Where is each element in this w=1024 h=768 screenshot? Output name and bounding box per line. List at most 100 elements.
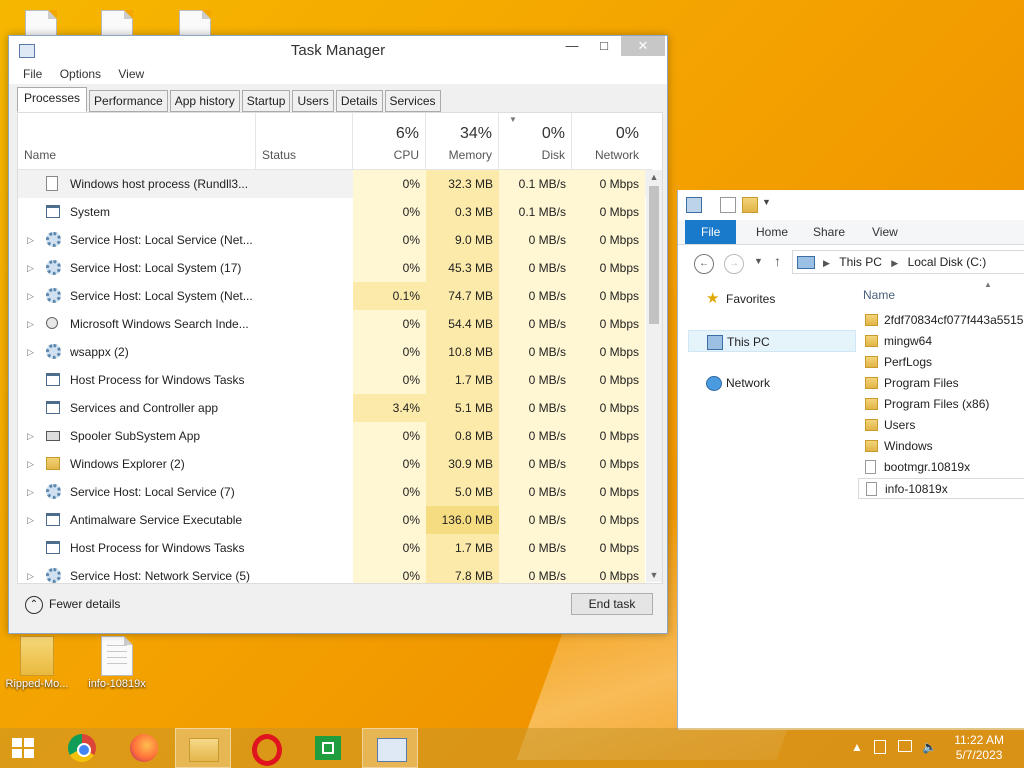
- ribbon-tab-share[interactable]: Share: [813, 220, 845, 244]
- column-network[interactable]: 0% Network: [572, 113, 645, 169]
- breadcrumb-this-pc[interactable]: This PC: [839, 255, 882, 269]
- opera-icon[interactable]: [238, 728, 294, 768]
- column-cpu[interactable]: 6% CPU: [353, 113, 426, 169]
- ribbon-tab-home[interactable]: Home: [756, 220, 788, 244]
- process-row[interactable]: ▷ Service Host: Local Service (7) 0% 5.0 MB…: [18, 478, 652, 506]
- file-item[interactable]: bootmgr.10819x: [858, 457, 1024, 478]
- tab-performance[interactable]: Performance: [89, 90, 168, 112]
- folder-item[interactable]: PerfLogs: [858, 352, 1024, 373]
- process-row[interactable]: ▷ Spooler SubSystem App 0% 0.8 MB 0 MB/s 0 Mb…: [18, 422, 652, 450]
- process-row[interactable]: ▷ Service Host: Local Service (Net... 0% 9.…: [18, 226, 652, 254]
- firefox-icon[interactable]: [116, 728, 172, 768]
- scrollbar-thumb[interactable]: [649, 186, 659, 324]
- process-row[interactable]: ▷ Microsoft Windows Search Inde... 0% 54.4 …: [18, 310, 652, 338]
- process-row[interactable]: ▷ Service Host: Local System (17) 0% 45.3 M…: [18, 254, 652, 282]
- recent-locations-icon[interactable]: ▼: [754, 256, 763, 266]
- column-name[interactable]: Name: [18, 113, 256, 169]
- process-row[interactable]: Services and Controller app 3.4% 5.1 MB 0 M…: [18, 394, 652, 422]
- tab-processes[interactable]: Processes: [17, 87, 88, 112]
- expand-arrow-icon[interactable]: ▷: [27, 310, 34, 338]
- expand-arrow-icon[interactable]: ▷: [27, 254, 34, 282]
- desktop-icon-info[interactable]: info-10819x: [82, 636, 152, 690]
- customize-toolbar-icon[interactable]: ▼: [762, 197, 776, 211]
- task-manager-icon[interactable]: [362, 728, 418, 768]
- new-folder-icon[interactable]: [742, 197, 758, 213]
- column-name-header[interactable]: Name: [863, 288, 895, 302]
- process-row[interactable]: Host Process for Windows Tasks 0% 1.7 MB 0 …: [18, 366, 652, 394]
- file-explorer-icon[interactable]: [175, 728, 231, 768]
- nav-network[interactable]: Network: [688, 372, 856, 394]
- expand-arrow-icon[interactable]: ▷: [27, 562, 34, 583]
- process-row[interactable]: ▷ Windows Explorer (2) 0% 30.9 MB 0 MB/s 0 Mb…: [18, 450, 652, 478]
- menu-file[interactable]: File: [23, 64, 42, 84]
- fewer-details-link[interactable]: ⌃ Fewer details: [25, 594, 120, 614]
- vertical-scrollbar[interactable]: ▲ ▼: [646, 170, 662, 582]
- show-hidden-icons[interactable]: ▲: [850, 740, 864, 754]
- folder-item[interactable]: Windows: [858, 436, 1024, 457]
- process-cpu: 0%: [353, 534, 426, 562]
- nav-this-pc[interactable]: This PC: [688, 330, 856, 352]
- scroll-up-icon[interactable]: ▲: [646, 172, 662, 182]
- expand-arrow-icon[interactable]: ▷: [27, 282, 34, 310]
- process-row[interactable]: ▷ Antimalware Service Executable 0% 136.0 M…: [18, 506, 652, 534]
- back-button[interactable]: ←: [694, 254, 714, 274]
- tab-app-history[interactable]: App history: [169, 90, 240, 112]
- end-task-button[interactable]: End task: [571, 593, 653, 615]
- process-cpu: 0%: [353, 450, 426, 478]
- tab-users[interactable]: Users: [292, 90, 334, 112]
- new-document-icon[interactable]: [720, 197, 736, 213]
- process-row[interactable]: ▷ Service Host: Local System (Net... 0.1% 7…: [18, 282, 652, 310]
- column-disk[interactable]: ▼ 0% Disk: [499, 113, 572, 169]
- up-button[interactable]: ↑: [774, 253, 781, 269]
- expand-arrow-icon[interactable]: ▷: [27, 506, 34, 534]
- scroll-down-icon[interactable]: ▼: [646, 570, 662, 580]
- ribbon-tab-view[interactable]: View: [872, 220, 898, 244]
- process-memory: 136.0 MB: [426, 506, 499, 534]
- store-icon[interactable]: [300, 728, 356, 768]
- folder-item[interactable]: 2fdf70834cf077f443a551503: [858, 310, 1024, 331]
- tab-services[interactable]: Services: [384, 90, 441, 112]
- address-bar[interactable]: ▶ This PC ▶ Local Disk (C:): [792, 250, 1024, 274]
- expand-arrow-icon[interactable]: ▷: [27, 226, 34, 254]
- process-row[interactable]: ▷ Service Host: Network Service (5) 0% 7.8 …: [18, 562, 652, 583]
- folder-item[interactable]: mingw64: [858, 331, 1024, 352]
- tab-startup[interactable]: Startup: [241, 90, 291, 112]
- menu-view[interactable]: View: [118, 64, 144, 84]
- desktop-icon-ripped[interactable]: Ripped-Mo...: [2, 636, 72, 690]
- folder-item[interactable]: Program Files (x86): [858, 394, 1024, 415]
- column-memory[interactable]: 34% Memory: [426, 113, 499, 169]
- expand-arrow-icon[interactable]: ▷: [27, 338, 34, 366]
- process-name: Windows Explorer (2): [70, 457, 185, 471]
- network-status-icon[interactable]: [898, 740, 912, 752]
- tab-details[interactable]: Details: [335, 90, 383, 112]
- process-memory: 5.0 MB: [426, 478, 499, 506]
- system-clock[interactable]: 11:22 AM 5/7/2023: [954, 733, 1004, 763]
- ribbon-tab-file[interactable]: File: [685, 220, 737, 244]
- action-center-icon[interactable]: [874, 740, 886, 754]
- process-row[interactable]: Windows host process (Rundll3... 0% 32.3 M…: [18, 170, 652, 198]
- folder-item[interactable]: Program Files: [858, 373, 1024, 394]
- properties-icon[interactable]: [686, 197, 702, 213]
- folder-item[interactable]: Users: [858, 415, 1024, 436]
- process-row[interactable]: ▷ wsappx (2) 0% 10.8 MB 0 MB/s 0 Mbps: [18, 338, 652, 366]
- volume-muted-icon[interactable]: 🔈: [922, 740, 937, 754]
- menu-options[interactable]: Options: [60, 64, 101, 84]
- start-button[interactable]: [0, 728, 56, 768]
- chrome-icon[interactable]: [54, 728, 110, 768]
- close-button[interactable]: ✕: [621, 36, 665, 56]
- title-bar[interactable]: Task Manager — □ ✕: [9, 36, 667, 64]
- process-cpu: 0%: [353, 198, 426, 226]
- column-status[interactable]: Status: [256, 113, 353, 169]
- process-memory: 5.1 MB: [426, 394, 499, 422]
- expand-arrow-icon[interactable]: ▷: [27, 478, 34, 506]
- process-row[interactable]: Host Process for Windows Tasks 0% 1.7 MB 0 …: [18, 534, 652, 562]
- forward-button[interactable]: →: [724, 254, 744, 274]
- expand-arrow-icon[interactable]: ▷: [27, 422, 34, 450]
- maximize-button[interactable]: □: [589, 36, 619, 56]
- file-item[interactable]: info-10819x: [858, 478, 1024, 499]
- breadcrumb-local-disk[interactable]: Local Disk (C:): [908, 255, 987, 269]
- expand-arrow-icon[interactable]: ▷: [27, 450, 34, 478]
- minimize-button[interactable]: —: [557, 36, 587, 56]
- process-row[interactable]: System 0% 0.3 MB 0.1 MB/s 0 Mbps: [18, 198, 652, 226]
- nav-favorites[interactable]: ★ Favorites: [688, 288, 856, 310]
